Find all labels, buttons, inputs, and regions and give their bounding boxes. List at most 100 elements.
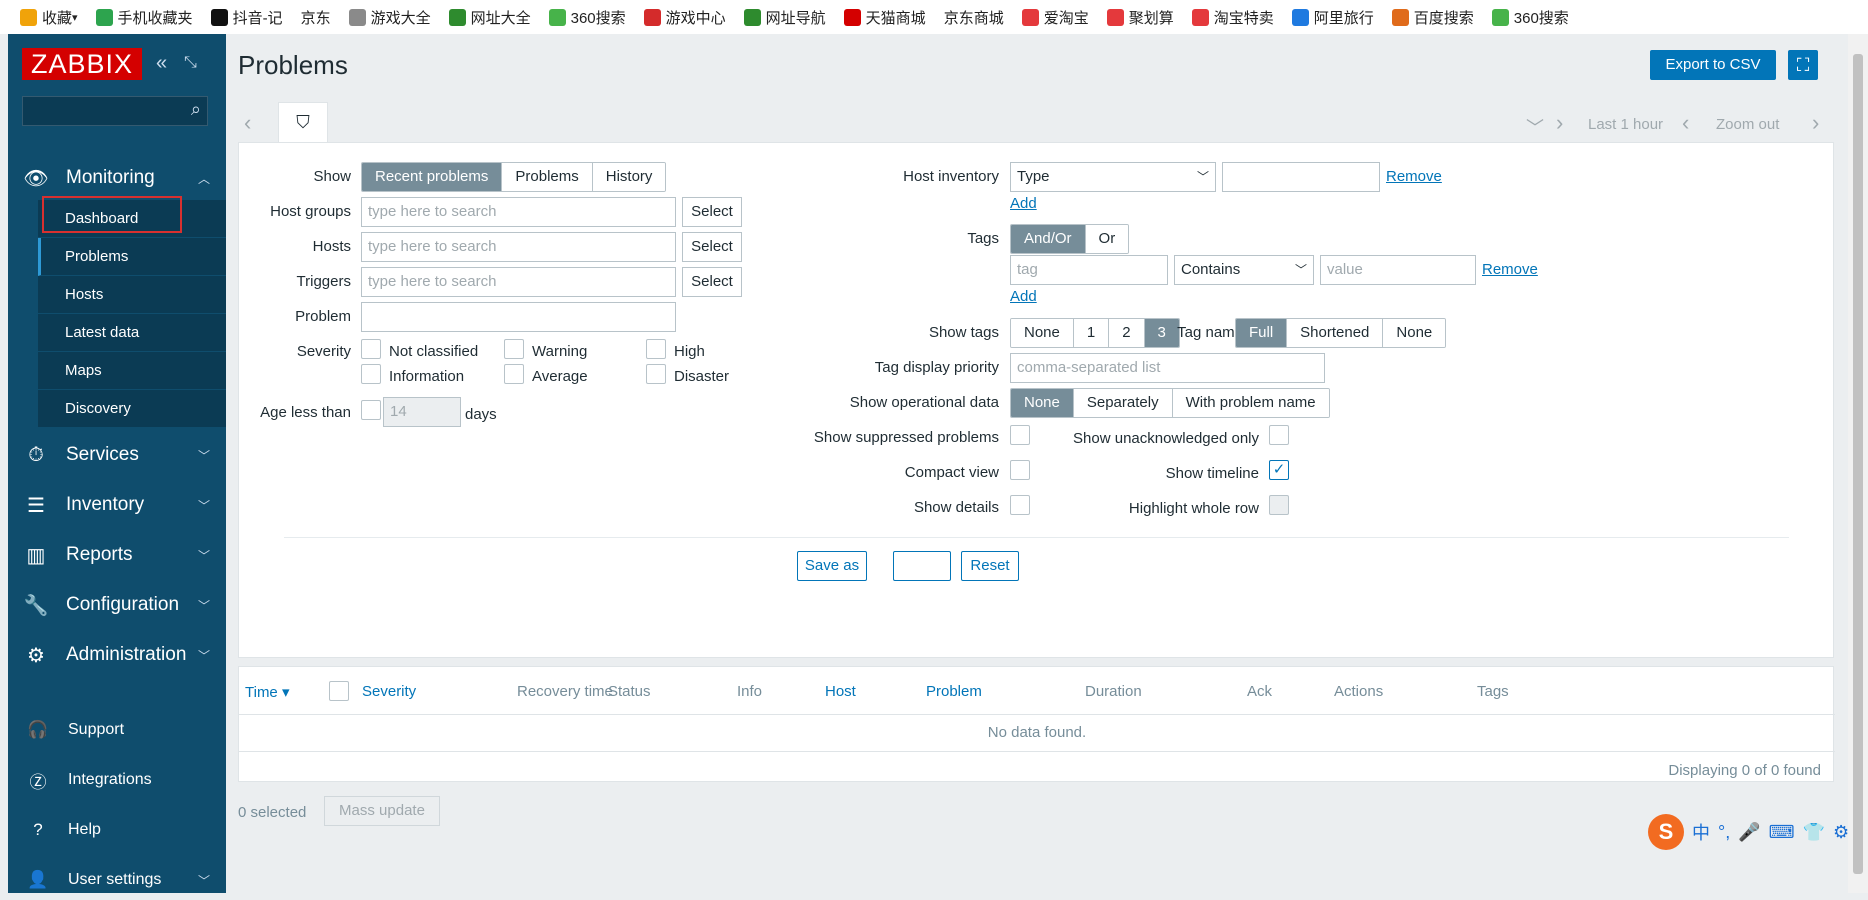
unack-checkbox[interactable] bbox=[1269, 425, 1289, 445]
bookmark-item[interactable]: 抖音-记 bbox=[210, 7, 283, 28]
sidebar-search-input[interactable]: ⌕ bbox=[22, 96, 208, 126]
tag-remove-link[interactable]: Remove bbox=[1482, 261, 1538, 278]
bookmark-item[interactable]: 收藏 ▾ bbox=[20, 7, 78, 28]
submenu-latest-data[interactable]: Latest data bbox=[38, 314, 226, 352]
reset-button[interactable]: Reset bbox=[961, 551, 1019, 581]
chevron-down-icon[interactable]: ﹀ bbox=[1526, 114, 1544, 140]
hosts-select-button[interactable]: Select bbox=[682, 232, 742, 262]
chevron-right-icon[interactable]: › bbox=[1812, 110, 1819, 136]
toolbox-icon[interactable]: ⚙ bbox=[1833, 822, 1849, 843]
scrollbar-thumb[interactable] bbox=[1853, 54, 1863, 874]
host-inventory-add-link[interactable]: Add bbox=[1010, 195, 1037, 212]
bookmark-item[interactable]: 手机收藏夹 bbox=[95, 7, 193, 28]
severity-information-checkbox[interactable] bbox=[361, 364, 381, 384]
ime-language[interactable]: 中 bbox=[1692, 819, 1710, 845]
show-problems[interactable]: Problems bbox=[502, 163, 593, 191]
dropdown-arrow-icon[interactable]: ▾ bbox=[72, 11, 78, 24]
tag-priority-input[interactable]: comma-separated list bbox=[1010, 353, 1325, 383]
severity-warning-checkbox[interactable] bbox=[504, 339, 524, 359]
vertical-scrollbar[interactable] bbox=[1848, 34, 1868, 893]
punctuation-icon[interactable]: °, bbox=[1718, 822, 1730, 843]
column-severity[interactable]: Severity bbox=[362, 683, 416, 700]
host-groups-select-button[interactable]: Select bbox=[682, 197, 742, 227]
suppressed-checkbox[interactable] bbox=[1010, 425, 1030, 445]
fullscreen-icon[interactable]: ⛶ bbox=[1788, 50, 1818, 80]
opdata-separately[interactable]: Separately bbox=[1073, 389, 1173, 417]
bookmark-item[interactable]: 百度搜索 bbox=[1391, 7, 1474, 28]
search-icon[interactable]: ⌕ bbox=[191, 99, 201, 120]
problem-input[interactable] bbox=[361, 302, 676, 332]
timeline-checkbox[interactable]: ✓ bbox=[1269, 460, 1289, 480]
show-tags-none[interactable]: None bbox=[1011, 319, 1074, 347]
menu-integrations[interactable]: Ⓩ Integrations bbox=[8, 760, 226, 800]
tag-add-link[interactable]: Add bbox=[1010, 288, 1037, 305]
zabbix-logo[interactable]: ZABBIX bbox=[22, 48, 142, 80]
bookmark-item[interactable]: 360搜索 bbox=[548, 7, 626, 28]
tag-name-shortened[interactable]: Shortened bbox=[1287, 319, 1384, 347]
bookmark-item[interactable]: 天猫商城 bbox=[843, 7, 926, 28]
host-inventory-value-input[interactable] bbox=[1222, 162, 1380, 192]
details-checkbox[interactable] bbox=[1010, 495, 1030, 515]
tag-operator-select[interactable]: Contains ﹀ bbox=[1174, 255, 1314, 285]
tags-or[interactable]: Or bbox=[1085, 225, 1129, 253]
host-inventory-remove-link[interactable]: Remove bbox=[1386, 168, 1442, 185]
submenu-hosts[interactable]: Hosts bbox=[38, 276, 226, 314]
opdata-with-problem-name[interactable]: With problem name bbox=[1172, 389, 1329, 417]
severity-average-checkbox[interactable] bbox=[504, 364, 524, 384]
severity-high-checkbox[interactable] bbox=[646, 339, 666, 359]
bookmark-item[interactable]: 游戏中心 bbox=[643, 7, 726, 28]
tag-value-input[interactable]: value bbox=[1320, 255, 1476, 285]
zoom-out-button[interactable]: Zoom out bbox=[1716, 116, 1779, 133]
chevron-left-icon[interactable]: ‹ bbox=[244, 110, 251, 136]
menu-services[interactable]: ⏱ Services ﹀ bbox=[8, 430, 226, 480]
menu-user-settings[interactable]: 👤 User settings ﹀ bbox=[8, 860, 226, 900]
kiosk-mode-icon[interactable]: ⤡ bbox=[184, 54, 197, 72]
age-checkbox[interactable] bbox=[361, 400, 381, 420]
compact-checkbox[interactable] bbox=[1010, 460, 1030, 480]
menu-configuration[interactable]: 🔧 Configuration ﹀ bbox=[8, 580, 226, 630]
opdata-none[interactable]: None bbox=[1011, 389, 1074, 417]
submenu-maps[interactable]: Maps bbox=[38, 352, 226, 390]
sogou-logo-icon[interactable]: S bbox=[1648, 814, 1684, 850]
mass-update-button[interactable]: Mass update bbox=[324, 796, 440, 826]
bookmark-item[interactable]: 爱淘宝 bbox=[1021, 7, 1089, 28]
show-tags-2[interactable]: 2 bbox=[1109, 319, 1145, 347]
age-days-input[interactable]: 14 bbox=[383, 397, 461, 427]
bookmark-item[interactable]: 360搜索 bbox=[1491, 7, 1569, 28]
column-problem[interactable]: Problem bbox=[926, 683, 982, 700]
triggers-input[interactable]: type here to search bbox=[361, 267, 676, 297]
bookmark-item[interactable]: 京东 bbox=[301, 7, 331, 28]
column-host[interactable]: Host bbox=[825, 683, 856, 700]
show-history[interactable]: History bbox=[592, 163, 666, 191]
collapse-sidebar-icon[interactable]: « bbox=[156, 52, 167, 75]
bookmark-item[interactable]: 京东商城 bbox=[944, 7, 1004, 28]
submenu-problems[interactable]: Problems bbox=[38, 238, 226, 276]
menu-help[interactable]: ? Help bbox=[8, 810, 226, 850]
host-groups-input[interactable]: type here to search bbox=[361, 197, 676, 227]
tag-name-input[interactable]: tag bbox=[1010, 255, 1168, 285]
severity-not-classified-checkbox[interactable] bbox=[361, 339, 381, 359]
show-recent-problems[interactable]: Recent problems bbox=[362, 163, 503, 191]
save-as-button[interactable]: Save as bbox=[797, 551, 867, 581]
submenu-discovery[interactable]: Discovery bbox=[38, 390, 226, 428]
tag-name-full[interactable]: Full bbox=[1236, 319, 1288, 347]
filter-tab[interactable]: ⛉ bbox=[278, 102, 328, 142]
export-csv-button[interactable]: Export to CSV bbox=[1650, 50, 1776, 80]
select-all-checkbox[interactable] bbox=[329, 681, 349, 701]
skin-icon[interactable]: 👕 bbox=[1803, 822, 1825, 843]
highlight-checkbox[interactable] bbox=[1269, 495, 1289, 515]
severity-disaster-checkbox[interactable] bbox=[646, 364, 666, 384]
keyboard-icon[interactable]: ⌨ bbox=[1769, 822, 1795, 843]
microphone-icon[interactable]: 🎤 bbox=[1738, 822, 1760, 843]
triggers-select-button[interactable]: Select bbox=[682, 267, 742, 297]
column-time[interactable]: Time ▾ bbox=[245, 683, 289, 701]
bookmark-item[interactable]: 聚划算 bbox=[1106, 7, 1174, 28]
bookmark-item[interactable]: 阿里旅行 bbox=[1291, 7, 1374, 28]
menu-monitoring[interactable]: 👁 Monitoring ︿ bbox=[8, 156, 226, 200]
hosts-input[interactable]: type here to search bbox=[361, 232, 676, 262]
tags-and-or[interactable]: And/Or bbox=[1011, 225, 1086, 253]
apply-button[interactable]: Apply bbox=[893, 551, 951, 581]
tag-name-none[interactable]: None bbox=[1383, 319, 1446, 347]
chevron-left-icon[interactable]: ‹ bbox=[1682, 110, 1689, 136]
menu-reports[interactable]: ▥ Reports ﹀ bbox=[8, 530, 226, 580]
